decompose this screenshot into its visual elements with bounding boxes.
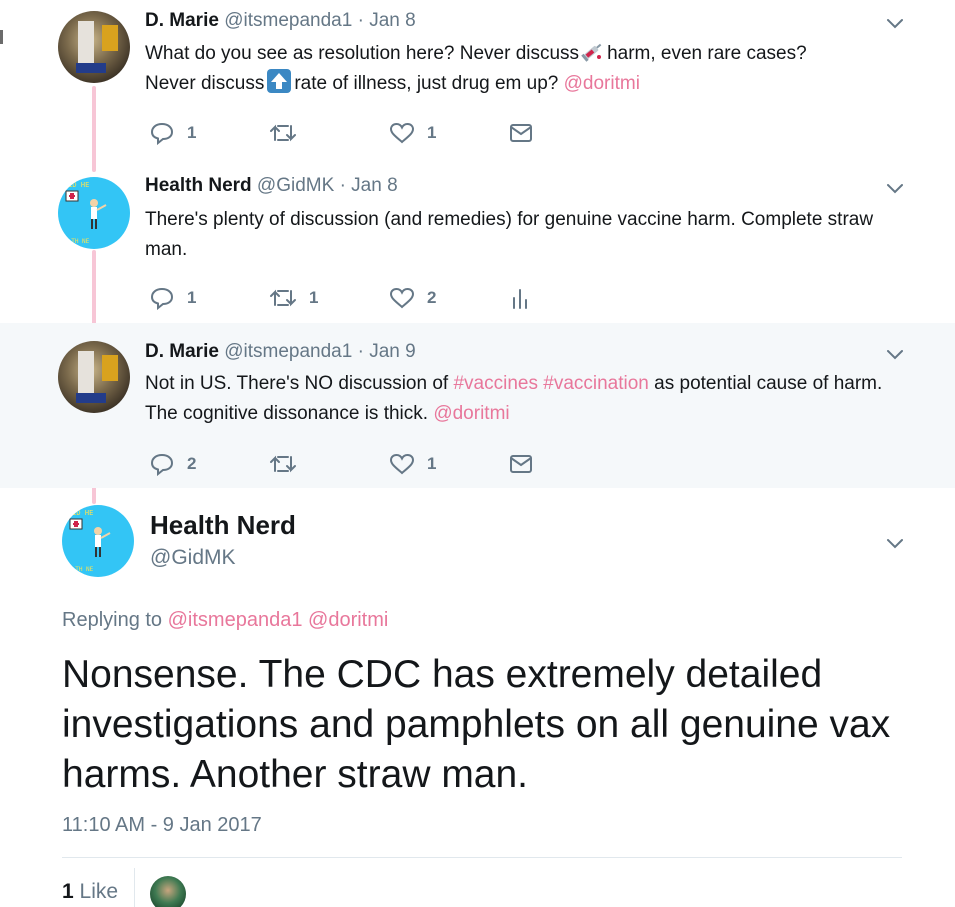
author-name[interactable]: Health Nerd	[145, 175, 252, 196]
like-count: 1	[427, 123, 437, 142]
reply-icon	[150, 122, 174, 145]
tweet-1[interactable]: D. Marie @itsmepanda1 · Jan 8 What do yo…	[0, 0, 955, 162]
author-handle[interactable]: @itsmepanda1	[224, 341, 352, 362]
svg-text:EID HE: EID HE	[68, 509, 93, 517]
mention-link[interactable]: @doritmi	[433, 403, 509, 424]
reply-count: 1	[187, 123, 197, 142]
tweet-text-part: rate of illness, just drug em up?	[294, 73, 559, 94]
reply-icon	[150, 287, 174, 310]
hashtag-link[interactable]: #vaccination	[543, 373, 649, 394]
replying-to: Replying to @itsmepanda1 @doritmi	[62, 609, 388, 632]
chevron-down-icon[interactable]	[884, 343, 906, 365]
mention-link[interactable]: @itsmepanda1	[168, 609, 303, 631]
reply-count: 2	[187, 454, 197, 473]
author-name[interactable]: D. Marie	[145, 10, 219, 31]
like-count: 2	[427, 288, 437, 307]
like-button[interactable]: 2	[389, 285, 436, 311]
direct-message-button[interactable]	[509, 451, 533, 477]
tweet-timestamp[interactable]: 11:10 AM - 9 Jan 2017	[62, 814, 262, 837]
tweet-text: Not in US. There's NO discussion of #vac…	[145, 369, 905, 429]
mention-link[interactable]: @doritmi	[308, 609, 388, 631]
reply-count: 1	[187, 288, 197, 307]
liker-avatar[interactable]	[150, 876, 186, 907]
tweet-text-part: What do you see as resolution here? Neve…	[145, 43, 580, 64]
separator-dot: ·	[357, 10, 364, 31]
avatar[interactable]: EID HE ALTH NE	[58, 177, 130, 249]
retweet-count: 1	[309, 288, 319, 307]
tweet-text: There's plenty of discussion (and remedi…	[145, 209, 874, 260]
chevron-down-icon[interactable]	[884, 177, 906, 199]
chevron-down-icon[interactable]	[884, 12, 906, 34]
retweet-button[interactable]	[269, 120, 297, 146]
tweet-text-part: Not in US. There's NO discussion of	[145, 373, 449, 394]
avatar[interactable]	[58, 11, 130, 83]
divider	[62, 857, 902, 858]
separator-dot: ·	[339, 175, 346, 196]
svg-text:ALTH NE: ALTH NE	[64, 238, 90, 245]
direct-message-button[interactable]	[509, 120, 533, 146]
tweet-text: Nonsense. The CDC has extremely detailed…	[62, 653, 891, 796]
svg-text:EID HE: EID HE	[64, 181, 89, 189]
replying-label: Replying to	[62, 609, 163, 631]
hashtag-link[interactable]: #vaccines	[453, 373, 538, 394]
avatar[interactable]: EID HE ALTH NE	[62, 505, 134, 577]
like-button[interactable]: 1	[389, 451, 436, 477]
author-name[interactable]: D. Marie	[145, 341, 219, 362]
retweet-button[interactable]: 1	[269, 285, 318, 311]
avatar-image	[76, 351, 118, 403]
tweet-header: Health Nerd @GidMK · Jan 8	[145, 175, 398, 197]
tweet-3[interactable]: D. Marie @itsmepanda1 · Jan 9 Not in US.…	[0, 323, 955, 488]
retweet-icon	[270, 455, 296, 473]
tweet-2[interactable]: EID HE ALTH NE Health Nerd @GidMK · Jan …	[0, 165, 955, 323]
envelope-icon	[510, 124, 532, 142]
avatar-image	[76, 21, 118, 73]
envelope-icon	[510, 455, 532, 473]
avatar-image: EID HE ALTH NE	[64, 181, 107, 245]
tweet-date[interactable]: Jan 8	[369, 10, 415, 31]
heart-icon	[389, 122, 415, 144]
syringe-icon	[581, 43, 602, 62]
reply-icon	[150, 453, 174, 476]
author-name[interactable]: Health Nerd	[150, 510, 296, 541]
author-handle[interactable]: @itsmepanda1	[224, 10, 352, 31]
tweet-header: D. Marie @itsmepanda1 · Jan 9	[145, 341, 416, 363]
separator-dot: ·	[357, 341, 364, 362]
avatar[interactable]	[58, 341, 130, 413]
tweet-text-part: Never discuss	[145, 73, 265, 94]
retweet-icon	[270, 289, 296, 307]
author-handle[interactable]: @GidMK	[257, 175, 334, 196]
like-count: 1	[427, 454, 437, 473]
reply-button[interactable]: 1	[149, 120, 196, 146]
up-arrow-icon	[267, 69, 292, 93]
divider	[134, 868, 135, 907]
avatar-image: EID HE ALTH NE	[68, 509, 111, 573]
reply-button[interactable]: 1	[149, 285, 196, 311]
heart-icon	[389, 287, 415, 309]
bar-chart-icon	[513, 289, 527, 309]
tweet-date[interactable]: Jan 8	[351, 175, 397, 196]
svg-text:ALTH NE: ALTH NE	[68, 566, 94, 573]
chevron-down-icon[interactable]	[884, 532, 906, 554]
tweet-text-part: harm, even rare cases?	[607, 43, 807, 64]
heart-icon	[389, 453, 415, 475]
mention-link[interactable]: @doritmi	[564, 73, 640, 94]
tweet-text: What do you see as resolution here? Neve…	[145, 39, 905, 99]
retweet-icon	[270, 124, 296, 142]
tweet-date[interactable]: Jan 9	[369, 341, 415, 362]
reply-button[interactable]: 2	[149, 451, 196, 477]
likes-stat[interactable]: 1 Like	[62, 880, 118, 904]
author-handle[interactable]: @GidMK	[150, 546, 236, 570]
retweet-button[interactable]	[269, 451, 297, 477]
like-total: 1	[62, 880, 74, 903]
like-label: Like	[79, 880, 119, 903]
analytics-button[interactable]	[509, 285, 531, 311]
like-button[interactable]: 1	[389, 120, 436, 146]
tweet-header: D. Marie @itsmepanda1 · Jan 8	[145, 10, 416, 32]
